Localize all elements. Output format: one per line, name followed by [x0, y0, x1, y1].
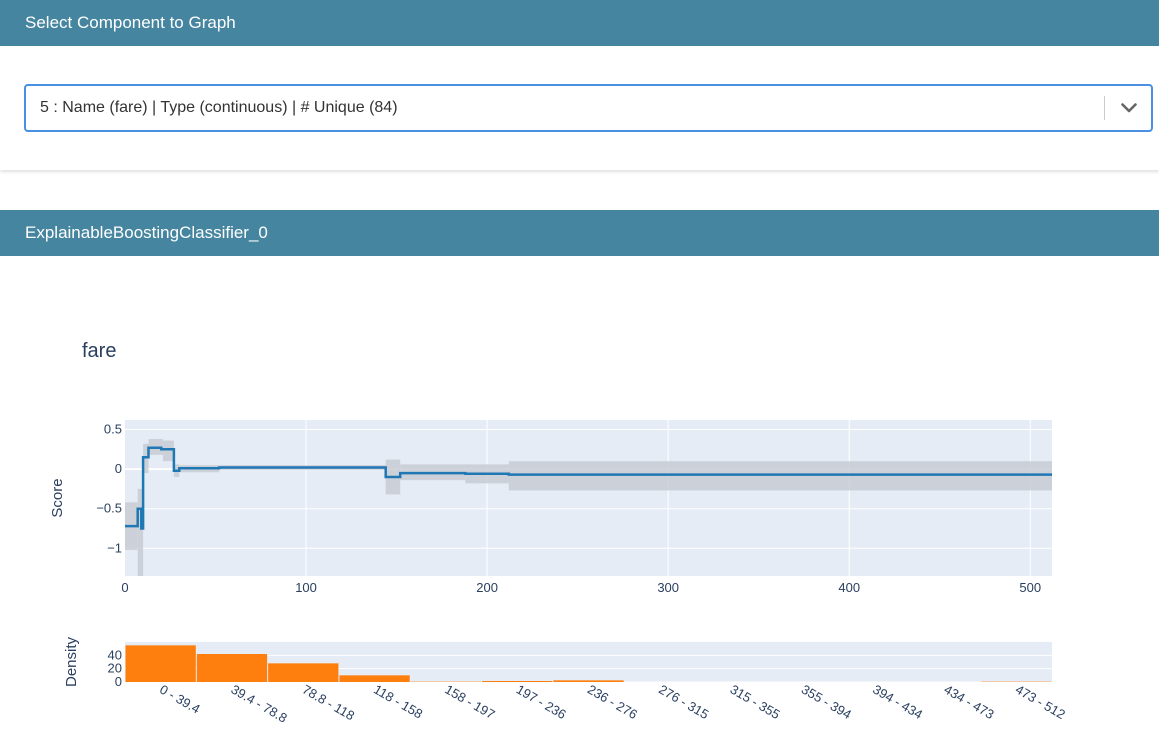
score-y-tick-label: 0.5	[104, 422, 122, 437]
density-x-tick-label: 118 - 158	[371, 682, 425, 722]
component-dropdown-value: 5 : Name (fare) | Type (continuous) | # …	[40, 99, 398, 116]
score-x-tick-label: 500	[1019, 580, 1041, 595]
confidence-band-segment	[163, 440, 174, 462]
density-y-tick-label: 0	[115, 674, 122, 689]
density-x-tick-label: 78.8 - 118	[300, 682, 357, 724]
component-selector-title: Select Component to Graph	[25, 13, 236, 32]
density-y-axis-title: Density	[63, 636, 80, 687]
chevron-down-icon[interactable]	[1115, 94, 1143, 122]
density-bar	[196, 654, 268, 682]
density-x-tick-label: 158 - 197	[442, 682, 497, 722]
score-x-tick-label: 400	[838, 580, 860, 595]
component-selector-header: Select Component to Graph	[0, 0, 1159, 46]
score-plot: 0 100 200 300 400 500 0.5 0 −0.5 −1 Score	[49, 420, 1052, 595]
density-plot: 402000 - 39.4 39.4 - 78.8 78.8 - 118 118 - …	[63, 636, 1068, 725]
model-panel-header: ExplainableBoostingClassifier_0	[0, 210, 1159, 256]
score-y-tick-label: −1	[107, 540, 122, 555]
density-x-tick-label: 276 - 315	[656, 682, 711, 722]
score-x-tick-label: 0	[121, 580, 128, 595]
density-x-tick-label: 315 - 355	[728, 682, 783, 722]
density-bar	[339, 675, 410, 682]
density-bar	[553, 680, 624, 682]
score-x-tick-label: 300	[657, 580, 679, 595]
score-y-axis-title: Score	[49, 478, 66, 517]
density-x-tick-label: 39.4 - 78.8	[228, 682, 289, 726]
density-bar	[125, 645, 196, 682]
density-x-tick-label: 473 - 512	[1013, 682, 1068, 722]
component-selector-card: 5 : Name (fare) | Type (continuous) | # …	[0, 46, 1159, 170]
density-x-tick-label: 394 - 434	[870, 682, 925, 722]
density-x-tick-label: 434 - 473	[942, 682, 997, 722]
score-y-tick-label: −0.5	[96, 501, 122, 516]
score-y-tick-label: 0	[115, 461, 122, 476]
density-x-tick-label: 355 - 394	[799, 682, 854, 722]
model-panel-title: ExplainableBoostingClassifier_0	[25, 223, 268, 242]
score-plot-area	[125, 420, 1052, 576]
density-x-tick-label: 197 - 236	[514, 682, 569, 722]
dropdown-separator	[1104, 96, 1105, 120]
density-x-tick-label: 0 - 39.4	[157, 682, 203, 717]
fare-graph: fare 0 100 200 300 400 5000.50−0.5−1Score 402…	[49, 340, 1068, 726]
chart-title: fare	[82, 340, 116, 362]
density-bar	[268, 663, 339, 682]
density-bar	[482, 681, 553, 682]
score-x-tick-label: 200	[476, 580, 498, 595]
component-dropdown[interactable]: 5 : Name (fare) | Type (continuous) | # …	[24, 84, 1153, 132]
score-x-tick-label: 100	[295, 580, 317, 595]
density-x-tick-label: 236 - 276	[585, 682, 640, 722]
